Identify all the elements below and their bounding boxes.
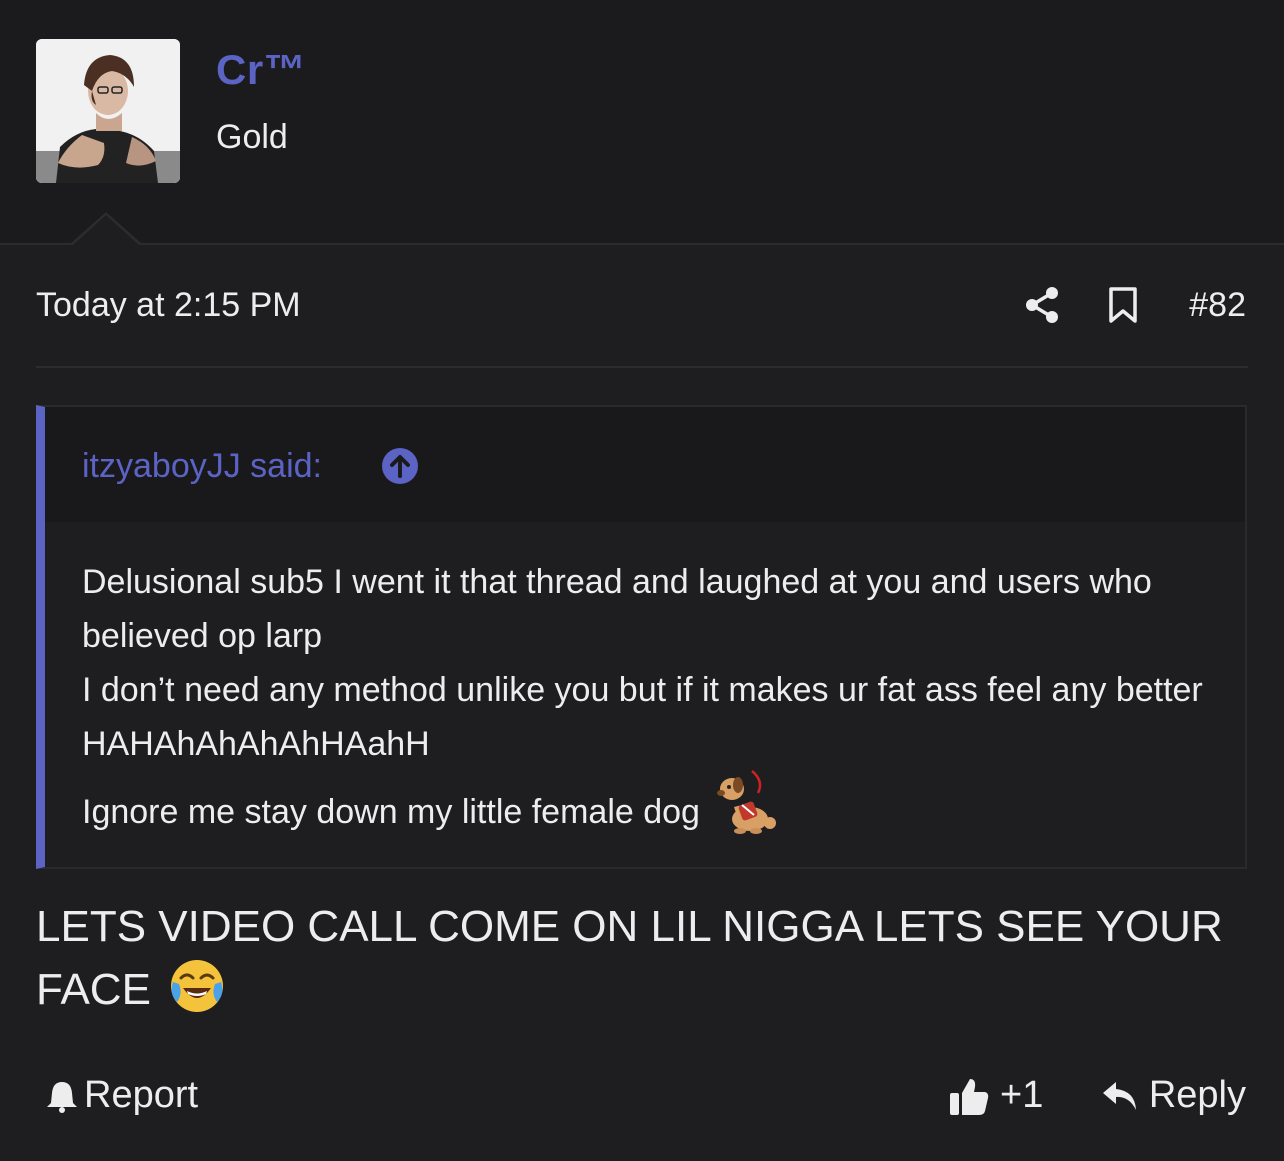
quote-body: Delusional sub5 I went it that thread an… xyxy=(82,555,1232,839)
divider xyxy=(36,366,1248,368)
quote-header: itzyaboyJJ said: xyxy=(45,407,1245,522)
post-footer: Report +1 Reply xyxy=(36,1070,1248,1122)
thumbs-up-icon xyxy=(950,1078,989,1115)
report-button[interactable]: Report xyxy=(46,1074,198,1117)
loudly-crying-laughing-emoji xyxy=(171,960,224,1012)
quote-line: Delusional sub5 I went it that thread an… xyxy=(82,563,1152,655)
header-pointer-inner xyxy=(73,215,139,245)
post-timestamp[interactable]: Today at 2:15 PM xyxy=(36,286,301,325)
post-header: Cr™ Gold xyxy=(0,0,1284,245)
quote-author[interactable]: itzyaboyJJ said: xyxy=(82,447,322,486)
quote-last-line: Ignore me stay down my little female dog xyxy=(82,770,1232,839)
post-number[interactable]: #82 xyxy=(1189,286,1246,325)
reply-arrow-icon xyxy=(1102,1081,1136,1110)
avatar-image xyxy=(36,39,180,183)
user-title: Gold xyxy=(216,118,288,156)
username[interactable]: Cr™ xyxy=(216,46,306,94)
avatar[interactable] xyxy=(36,39,180,183)
like-button[interactable]: +1 xyxy=(948,1074,1043,1117)
reply-label: Reply xyxy=(1148,1074,1246,1116)
quote-line: Ignore me stay down my little female dog xyxy=(82,793,700,831)
post-message: LETS VIDEO CALL COME ON LIL NIGGA LETS S… xyxy=(36,896,1248,1021)
share-icon[interactable] xyxy=(1024,286,1060,324)
bookmark-icon[interactable] xyxy=(1108,286,1138,324)
report-label: Report xyxy=(84,1074,199,1116)
bell-icon xyxy=(47,1081,77,1113)
quote-block: itzyaboyJJ said: Delusional sub5 I went … xyxy=(36,405,1247,869)
arrow-up-circle-icon[interactable] xyxy=(381,447,419,485)
reply-button[interactable]: Reply xyxy=(1101,1074,1246,1117)
quote-line: I don’t need any method unlike you but i… xyxy=(82,671,1203,763)
like-count: +1 xyxy=(1000,1074,1044,1116)
service-dog-emoji xyxy=(716,770,776,834)
post-meta: Today at 2:15 PM #82 xyxy=(36,282,1248,330)
